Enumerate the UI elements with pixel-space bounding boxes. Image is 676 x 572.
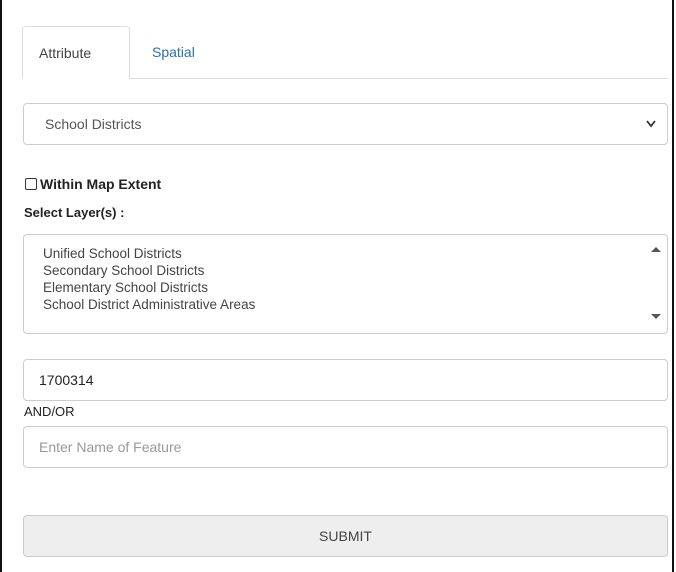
chevron-down-icon — [646, 120, 656, 128]
andor-label: AND/OR — [24, 404, 75, 419]
tab-attribute[interactable]: Attribute — [22, 26, 130, 79]
within-map-extent-label[interactable]: Within Map Extent — [40, 176, 161, 192]
feature-id-input[interactable] — [23, 359, 668, 401]
list-item[interactable]: School District Administrative Areas — [43, 296, 255, 313]
within-map-extent-row: Within Map Extent — [25, 175, 161, 193]
submit-button[interactable]: SUBMIT — [23, 515, 668, 557]
layers-list: Unified School Districts Secondary Schoo… — [43, 245, 255, 313]
list-item[interactable]: Secondary School Districts — [43, 262, 255, 279]
list-item[interactable]: Elementary School Districts — [43, 279, 255, 296]
search-panel: Attribute Spatial School Districts Withi… — [0, 0, 674, 572]
feature-name-input[interactable] — [23, 426, 668, 468]
layer-group-select[interactable]: School Districts — [23, 103, 668, 145]
scroll-down-arrow-icon[interactable] — [651, 314, 661, 319]
select-layers-label: Select Layer(s) : — [24, 205, 125, 220]
layers-listbox[interactable]: Unified School Districts Secondary Schoo… — [23, 234, 668, 334]
tab-spatial[interactable]: Spatial — [136, 26, 211, 78]
within-map-extent-checkbox[interactable] — [25, 178, 37, 190]
list-item[interactable]: Unified School Districts — [43, 245, 255, 262]
tab-bar: Attribute Spatial — [22, 26, 668, 79]
scroll-up-arrow-icon[interactable] — [651, 247, 661, 252]
layer-group-select-value: School Districts — [45, 116, 142, 132]
